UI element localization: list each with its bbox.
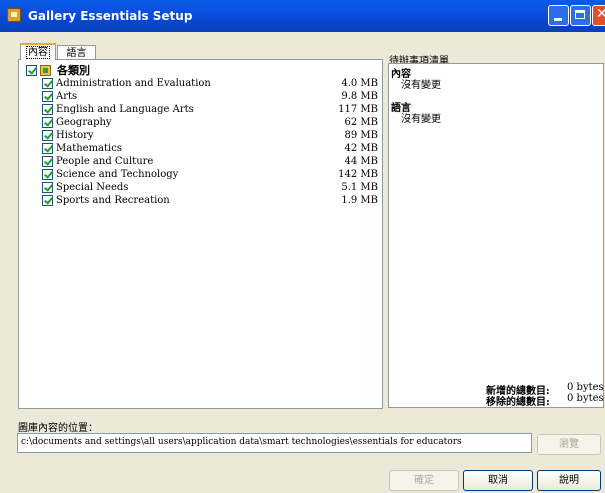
close-button[interactable]: ✕ (592, 5, 605, 26)
tree-item[interactable]: Special Needs 5.1 MB (19, 181, 379, 194)
removed-total-value: 0 bytes (567, 393, 604, 404)
tree-item[interactable]: Sports and Recreation 1.9 MB (19, 194, 379, 207)
pending-language-status: 沒有變更 (401, 114, 441, 125)
minimize-button[interactable] (548, 5, 569, 26)
maximize-button[interactable] (570, 5, 591, 26)
category-checkbox[interactable] (42, 130, 53, 141)
root-checkbox[interactable] (26, 65, 37, 76)
category-label: Administration and Evaluation (56, 78, 211, 89)
category-label: Arts (56, 91, 78, 102)
location-label: 圖庫內容的位置： (18, 423, 98, 434)
category-checkbox[interactable] (42, 156, 53, 167)
app-icon (7, 8, 21, 22)
category-checkbox[interactable] (42, 195, 53, 206)
category-size: 4.0 MB (341, 78, 378, 89)
category-label: English and Language Arts (56, 104, 194, 115)
tree-item[interactable]: Arts 9.8 MB (19, 90, 379, 103)
help-button[interactable]: 說明 (537, 470, 601, 491)
tree-item[interactable]: Administration and Evaluation 4.0 MB (19, 77, 379, 90)
folder-icon (40, 65, 51, 76)
tree-item[interactable]: People and Culture 44 MB (19, 155, 379, 168)
category-size: 42 MB (344, 143, 379, 154)
pending-list: 內容 沒有變更 語言 沒有變更 新增的總數目: 0 bytes 移除的總數目: … (388, 63, 604, 408)
title-bar: Gallery Essentials Setup ✕ (0, 0, 605, 32)
category-checkbox[interactable] (42, 169, 53, 180)
ok-button[interactable]: 確定 (389, 470, 459, 491)
tab-language[interactable]: 語言 (57, 45, 96, 60)
location-path-field[interactable]: c:\documents and settings\all users\appl… (17, 433, 532, 453)
category-checkbox[interactable] (42, 104, 53, 115)
cancel-button[interactable]: 取消 (463, 470, 533, 491)
tab-content[interactable]: 內容 (20, 43, 56, 60)
pending-content-status: 沒有變更 (401, 80, 441, 91)
tree-item[interactable]: Science and Technology 142 MB (19, 168, 379, 181)
category-checkbox[interactable] (42, 117, 53, 128)
tree-item[interactable]: English and Language Arts 117 MB (19, 103, 379, 116)
tree-item[interactable]: Geography 62 MB (19, 116, 379, 129)
close-icon: ✕ (596, 6, 605, 22)
category-label: People and Culture (56, 156, 154, 167)
category-size: 9.8 MB (341, 91, 378, 102)
tree-root-label: 各類別 (57, 64, 90, 77)
tree-item[interactable]: Mathematics 42 MB (19, 142, 379, 155)
category-checkbox[interactable] (42, 91, 53, 102)
category-checkbox[interactable] (42, 78, 53, 89)
category-label: Science and Technology (56, 169, 179, 180)
tree-item[interactable]: History 89 MB (19, 129, 379, 142)
category-size: 142 MB (338, 169, 378, 180)
category-label: Mathematics (56, 143, 122, 154)
category-label: Sports and Recreation (56, 195, 170, 206)
window-title: Gallery Essentials Setup (28, 9, 193, 23)
category-checkbox[interactable] (42, 182, 53, 193)
category-size: 5.1 MB (341, 182, 378, 193)
category-size: 117 MB (338, 104, 378, 115)
tree-root[interactable]: 各類別 (19, 64, 379, 77)
category-label: Geography (56, 117, 112, 128)
browse-button[interactable]: 瀏覽 (537, 434, 601, 455)
category-size: 44 MB (344, 156, 379, 167)
category-label: History (56, 130, 94, 141)
removed-total-label: 移除的總數目: (486, 397, 550, 408)
category-label: Special Needs (56, 182, 129, 193)
category-size: 89 MB (344, 130, 379, 141)
added-total-value: 0 bytes (567, 382, 604, 393)
category-size: 62 MB (344, 117, 379, 128)
category-size: 1.9 MB (341, 195, 378, 206)
category-checkbox[interactable] (42, 143, 53, 154)
category-tree[interactable]: 各類別 Administration and Evaluation 4.0 MB A… (18, 59, 383, 409)
